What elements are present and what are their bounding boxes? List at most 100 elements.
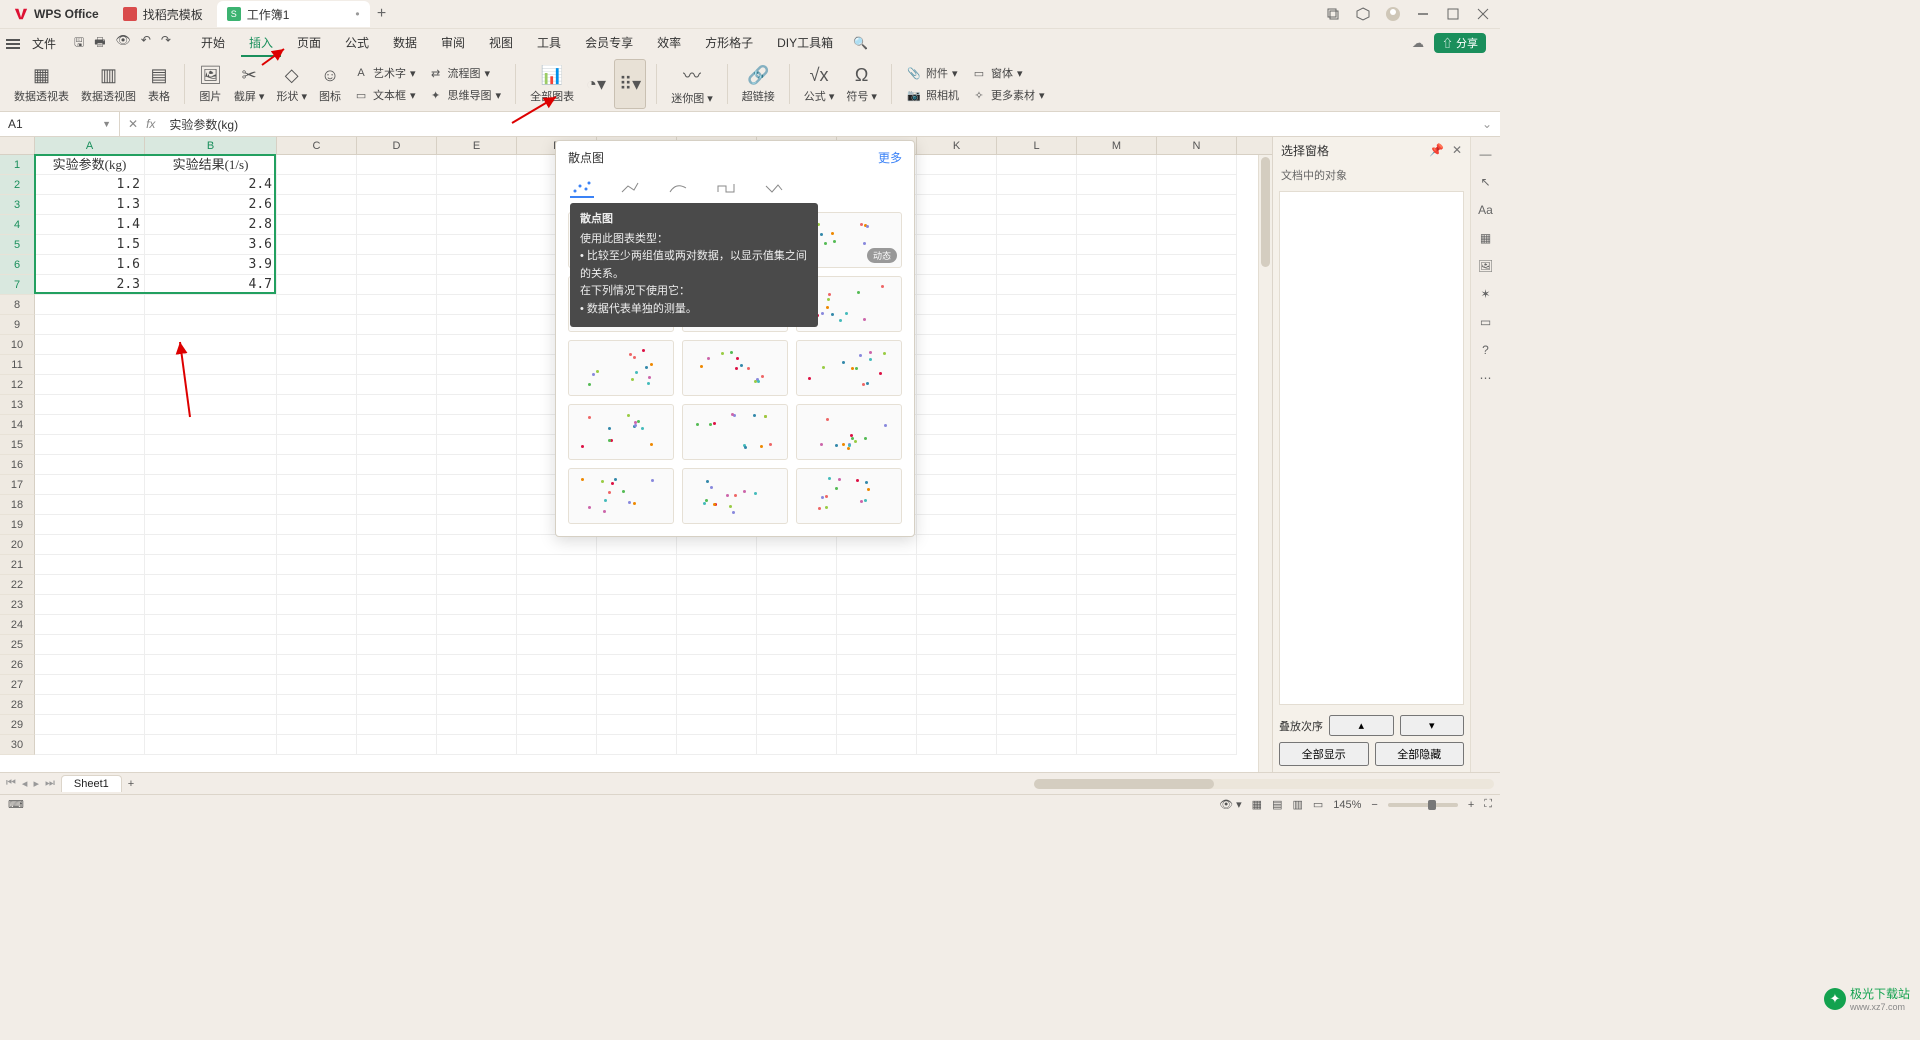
cell-A7[interactable]: 2.3	[35, 275, 145, 295]
cell-B9[interactable]	[145, 315, 277, 335]
hamburger-icon[interactable]	[6, 37, 20, 49]
cell-L12[interactable]	[997, 375, 1077, 395]
cell-J21[interactable]	[837, 555, 917, 575]
cell-J30[interactable]	[837, 735, 917, 755]
row-header-28[interactable]: 28	[0, 695, 35, 715]
cell-M17[interactable]	[1077, 475, 1157, 495]
cell-M22[interactable]	[1077, 575, 1157, 595]
cell-A20[interactable]	[35, 535, 145, 555]
cell-K30[interactable]	[917, 735, 997, 755]
sheet-prev-icon[interactable]: ◂	[22, 777, 28, 790]
cell-N7[interactable]	[1157, 275, 1237, 295]
cell-E21[interactable]	[437, 555, 517, 575]
cell-A4[interactable]: 1.4	[35, 215, 145, 235]
cloud-icon[interactable]: ☁	[1412, 36, 1424, 50]
row-header-16[interactable]: 16	[0, 455, 35, 475]
cell-N25[interactable]	[1157, 635, 1237, 655]
cell-D13[interactable]	[357, 395, 437, 415]
cell-K19[interactable]	[917, 515, 997, 535]
cell-A23[interactable]	[35, 595, 145, 615]
cell-E10[interactable]	[437, 335, 517, 355]
cell-A24[interactable]	[35, 615, 145, 635]
ribbon-tab-5[interactable]: 审阅	[433, 30, 473, 57]
view-page-icon[interactable]: ▤	[1272, 798, 1282, 811]
row-header-8[interactable]: 8	[0, 295, 35, 315]
print-preview-icon[interactable]: 👁	[116, 33, 131, 54]
cell-B17[interactable]	[145, 475, 277, 495]
cell-A6[interactable]: 1.6	[35, 255, 145, 275]
scatter-line-icon[interactable]	[618, 178, 642, 198]
cell-L18[interactable]	[997, 495, 1077, 515]
row-header-19[interactable]: 19	[0, 515, 35, 535]
cell-K5[interactable]	[917, 235, 997, 255]
cell-N16[interactable]	[1157, 455, 1237, 475]
cell-E29[interactable]	[437, 715, 517, 735]
cell-F21[interactable]	[517, 555, 597, 575]
column-header-A[interactable]: A	[35, 137, 145, 154]
cell-C30[interactable]	[277, 735, 357, 755]
cell-A27[interactable]	[35, 675, 145, 695]
cell-L10[interactable]	[997, 335, 1077, 355]
cell-K12[interactable]	[917, 375, 997, 395]
document-tab[interactable]: S 工作簿1 •	[217, 1, 370, 27]
chart-template-12[interactable]	[568, 468, 674, 524]
cell-C9[interactable]	[277, 315, 357, 335]
cell-L2[interactable]	[997, 175, 1077, 195]
row-header-25[interactable]: 25	[0, 635, 35, 655]
cell-H25[interactable]	[677, 635, 757, 655]
cell-L6[interactable]	[997, 255, 1077, 275]
column-header-N[interactable]: N	[1157, 137, 1237, 154]
camera-button[interactable]: 📷照相机	[906, 85, 959, 105]
cell-M29[interactable]	[1077, 715, 1157, 735]
row-header-13[interactable]: 13	[0, 395, 35, 415]
cell-L25[interactable]	[997, 635, 1077, 655]
cell-D20[interactable]	[357, 535, 437, 555]
minimize-icon[interactable]	[1414, 5, 1432, 23]
cell-H24[interactable]	[677, 615, 757, 635]
status-mode-icon[interactable]: ⌨	[8, 798, 24, 811]
cell-B14[interactable]	[145, 415, 277, 435]
cell-K17[interactable]	[917, 475, 997, 495]
chevron-down-icon[interactable]: ▼	[102, 119, 111, 129]
cell-B5[interactable]: 3.6	[145, 235, 277, 255]
cell-B13[interactable]	[145, 395, 277, 415]
cell-G22[interactable]	[597, 575, 677, 595]
cell-C8[interactable]	[277, 295, 357, 315]
cell-M27[interactable]	[1077, 675, 1157, 695]
cell-K9[interactable]	[917, 315, 997, 335]
app-tab[interactable]: WPS Office	[4, 1, 109, 27]
cell-M4[interactable]	[1077, 215, 1157, 235]
cell-N2[interactable]	[1157, 175, 1237, 195]
cell-D9[interactable]	[357, 315, 437, 335]
ribbon-tab-6[interactable]: 视图	[481, 30, 521, 57]
cell-C6[interactable]	[277, 255, 357, 275]
cell-N19[interactable]	[1157, 515, 1237, 535]
cell-D7[interactable]	[357, 275, 437, 295]
cell-M20[interactable]	[1077, 535, 1157, 555]
cell-N9[interactable]	[1157, 315, 1237, 335]
cell-H20[interactable]	[677, 535, 757, 555]
cell-D4[interactable]	[357, 215, 437, 235]
cell-F23[interactable]	[517, 595, 597, 615]
row-header-6[interactable]: 6	[0, 255, 35, 275]
hide-all-button[interactable]: 全部隐藏	[1375, 742, 1465, 766]
cell-D14[interactable]	[357, 415, 437, 435]
cell-L20[interactable]	[997, 535, 1077, 555]
scatter-area-icon[interactable]	[762, 178, 786, 198]
cell-D8[interactable]	[357, 295, 437, 315]
cell-D5[interactable]	[357, 235, 437, 255]
cell-L24[interactable]	[997, 615, 1077, 635]
cell-C7[interactable]	[277, 275, 357, 295]
cell-E4[interactable]	[437, 215, 517, 235]
cell-D22[interactable]	[357, 575, 437, 595]
cell-L21[interactable]	[997, 555, 1077, 575]
ribbon-tab-9[interactable]: 效率	[649, 30, 689, 57]
cell-B4[interactable]: 2.8	[145, 215, 277, 235]
cell-C21[interactable]	[277, 555, 357, 575]
cell-F22[interactable]	[517, 575, 597, 595]
undo-icon[interactable]: ↶	[141, 33, 151, 54]
cell-G25[interactable]	[597, 635, 677, 655]
cell-C5[interactable]	[277, 235, 357, 255]
cell-H30[interactable]	[677, 735, 757, 755]
view-normal-icon[interactable]: ▦	[1252, 798, 1262, 811]
